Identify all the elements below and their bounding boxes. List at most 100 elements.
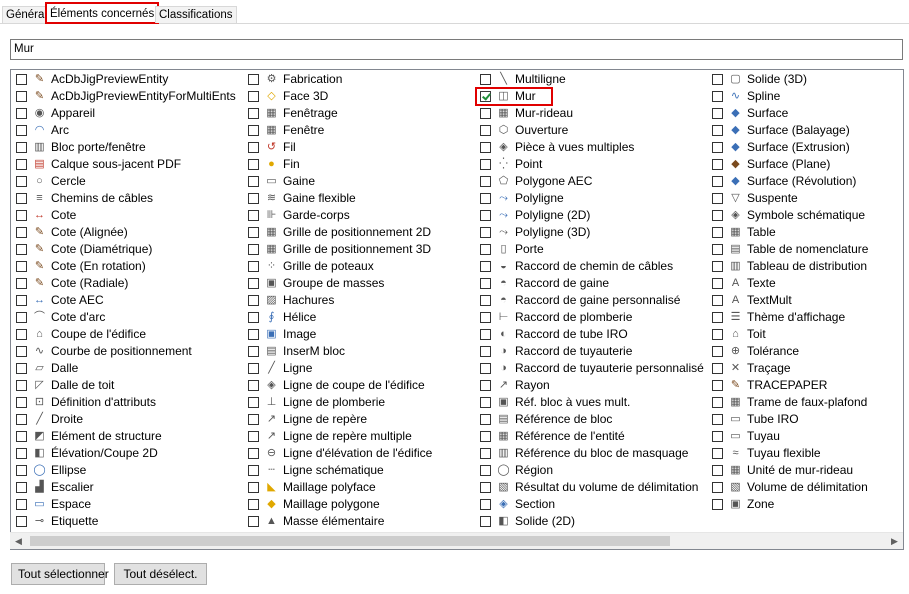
checkbox[interactable] <box>712 193 723 204</box>
checkbox[interactable] <box>712 261 723 272</box>
checkbox[interactable] <box>712 159 723 170</box>
checkbox[interactable] <box>712 74 723 85</box>
select-all-button[interactable]: Tout sélectionner <box>11 563 109 585</box>
checkbox[interactable] <box>248 176 259 187</box>
checkbox[interactable] <box>480 312 491 323</box>
checkbox[interactable] <box>480 278 491 289</box>
checkbox[interactable] <box>248 261 259 272</box>
checkbox[interactable] <box>712 465 723 476</box>
checkbox[interactable] <box>712 312 723 323</box>
checkbox[interactable] <box>480 499 491 510</box>
checkbox[interactable] <box>16 176 27 187</box>
scroll-left-arrow-icon[interactable]: ◀ <box>10 533 27 549</box>
checkbox[interactable] <box>712 125 723 136</box>
checkbox[interactable] <box>712 91 723 102</box>
checkbox[interactable] <box>248 380 259 391</box>
checkbox[interactable] <box>248 193 259 204</box>
checkbox[interactable] <box>480 142 491 153</box>
checkbox[interactable] <box>712 482 723 493</box>
scrollbar-thumb[interactable] <box>30 536 670 546</box>
checkbox[interactable] <box>248 431 259 442</box>
checkbox[interactable] <box>16 244 27 255</box>
checkbox[interactable] <box>712 142 723 153</box>
checkbox[interactable] <box>248 482 259 493</box>
checkbox[interactable] <box>480 465 491 476</box>
tab-elements-concernes[interactable]: Éléments concernés <box>45 2 160 24</box>
checkbox[interactable] <box>16 125 27 136</box>
checkbox[interactable] <box>712 499 723 510</box>
checkbox[interactable] <box>16 261 27 272</box>
checkbox[interactable] <box>712 176 723 187</box>
checkbox[interactable] <box>480 363 491 374</box>
checkbox[interactable] <box>16 499 27 510</box>
checkbox[interactable] <box>16 346 27 357</box>
checkbox[interactable] <box>248 278 259 289</box>
checkbox[interactable] <box>16 159 27 170</box>
checkbox[interactable] <box>712 431 723 442</box>
checkbox[interactable] <box>480 380 491 391</box>
checkbox[interactable] <box>16 482 27 493</box>
checkbox[interactable] <box>712 363 723 374</box>
checkbox[interactable] <box>16 431 27 442</box>
checkbox[interactable] <box>712 295 723 306</box>
checkbox[interactable] <box>480 244 491 255</box>
checkbox[interactable] <box>480 516 491 527</box>
checkbox[interactable] <box>480 329 491 340</box>
checkbox[interactable] <box>248 516 259 527</box>
checkbox[interactable] <box>16 295 27 306</box>
checkbox[interactable] <box>480 261 491 272</box>
checkbox[interactable] <box>248 312 259 323</box>
checkbox[interactable] <box>712 244 723 255</box>
checkbox[interactable] <box>16 465 27 476</box>
checkbox[interactable] <box>16 278 27 289</box>
checkbox[interactable] <box>248 414 259 425</box>
checkbox[interactable] <box>248 142 259 153</box>
checkbox[interactable] <box>480 448 491 459</box>
checkbox[interactable] <box>480 108 491 119</box>
checkbox[interactable] <box>16 108 27 119</box>
checkbox[interactable] <box>248 363 259 374</box>
checkbox[interactable] <box>16 414 27 425</box>
checkbox[interactable] <box>16 363 27 374</box>
scroll-right-arrow-icon[interactable]: ▶ <box>886 533 903 549</box>
checkbox[interactable] <box>480 397 491 408</box>
checkbox[interactable] <box>248 210 259 221</box>
checkbox[interactable] <box>248 346 259 357</box>
checkbox[interactable] <box>16 142 27 153</box>
checkbox[interactable] <box>248 74 259 85</box>
checkbox[interactable] <box>712 329 723 340</box>
tab-classifications[interactable]: Classifications <box>155 6 237 23</box>
checkbox[interactable] <box>16 516 27 527</box>
horizontal-scrollbar[interactable]: ◀ ▶ <box>10 532 903 549</box>
checkbox[interactable] <box>248 329 259 340</box>
checkbox[interactable] <box>480 125 491 136</box>
checkbox[interactable] <box>712 227 723 238</box>
checkbox[interactable] <box>480 74 491 85</box>
checkbox[interactable] <box>480 227 491 238</box>
checkbox[interactable] <box>248 244 259 255</box>
checkbox[interactable] <box>712 108 723 119</box>
checkbox[interactable] <box>480 346 491 357</box>
checkbox[interactable] <box>248 499 259 510</box>
checkbox[interactable] <box>248 227 259 238</box>
checkbox[interactable] <box>480 482 491 493</box>
checkbox[interactable] <box>16 312 27 323</box>
checkbox[interactable] <box>16 74 27 85</box>
checkbox[interactable] <box>712 448 723 459</box>
checkbox[interactable] <box>16 91 27 102</box>
checkbox[interactable] <box>16 380 27 391</box>
checkbox[interactable] <box>480 431 491 442</box>
checkbox[interactable] <box>248 159 259 170</box>
checkbox[interactable] <box>480 414 491 425</box>
deselect-all-button[interactable]: Tout désélect. <box>114 563 207 585</box>
checkbox[interactable] <box>248 448 259 459</box>
checkbox[interactable] <box>248 125 259 136</box>
checkbox[interactable] <box>248 397 259 408</box>
checkbox-checked[interactable] <box>480 91 491 102</box>
checkbox[interactable] <box>480 159 491 170</box>
checkbox[interactable] <box>16 210 27 221</box>
checkbox[interactable] <box>712 210 723 221</box>
checkbox[interactable] <box>480 210 491 221</box>
filter-input[interactable]: Mur <box>10 39 903 60</box>
checkbox[interactable] <box>248 91 259 102</box>
